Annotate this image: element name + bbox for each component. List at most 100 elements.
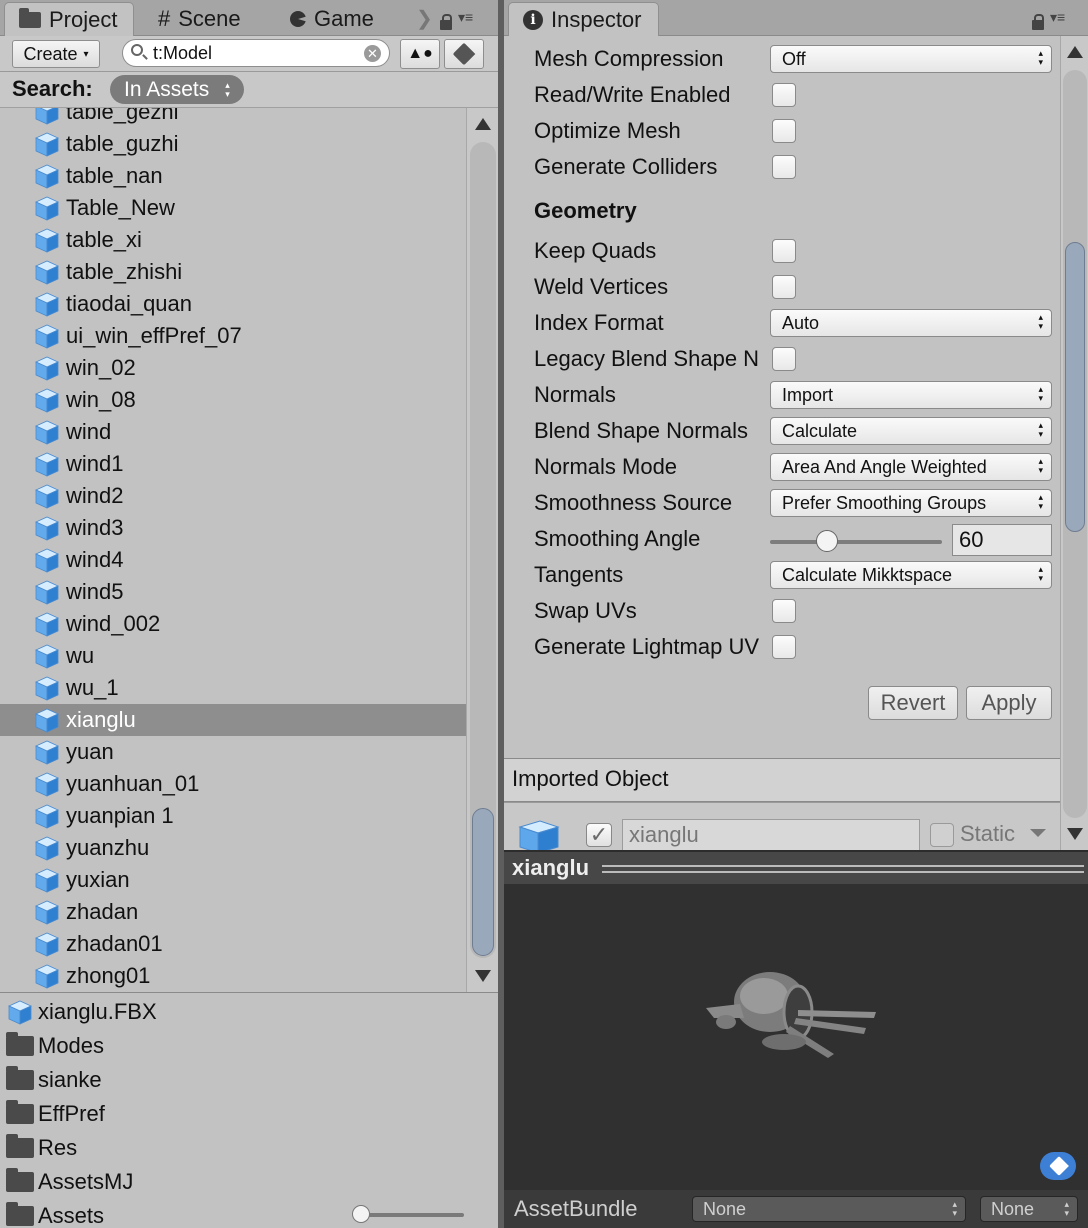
asset-list-item[interactable]: win_02 — [0, 352, 466, 384]
generate-lightmap-checkbox[interactable] — [772, 635, 796, 659]
asset-list-item[interactable]: wind2 — [0, 480, 466, 512]
model-icon — [34, 227, 60, 253]
search-scope-dropdown[interactable]: In Assets ▴ ▾ — [110, 75, 244, 104]
asset-list-item[interactable]: wind_002 — [0, 608, 466, 640]
asset-list-item[interactable]: yuanhuan_01 — [0, 768, 466, 800]
scroll-down-icon[interactable] — [475, 970, 491, 982]
smoothing-angle-slider[interactable] — [770, 540, 942, 544]
tab-scene[interactable]: # Scene — [158, 2, 241, 36]
drag-handle-icon[interactable] — [602, 865, 1084, 873]
scroll-thumb[interactable] — [472, 808, 494, 956]
lock-icon[interactable] — [440, 14, 452, 30]
asset-list-item[interactable]: ui_win_effPref_07 — [0, 320, 466, 352]
normals-dropdown[interactable]: Import — [770, 381, 1052, 409]
asset-list-item[interactable]: wu_1 — [0, 672, 466, 704]
object-name-field[interactable]: xianglu — [622, 819, 920, 851]
inspector-scrollbar[interactable] — [1060, 36, 1088, 850]
asset-list-item[interactable]: yuanpian 1 — [0, 800, 466, 832]
smoothing-angle-field[interactable]: 60 — [952, 524, 1052, 556]
folder-tree-item[interactable]: xianglu.FBX — [6, 995, 157, 1029]
asset-list-item-label: win_08 — [66, 387, 136, 412]
folder-tree-item[interactable]: AssetsMJ — [6, 1165, 133, 1199]
folder-tree-item[interactable]: EffPref — [6, 1097, 105, 1131]
clear-search-icon[interactable]: ✕ — [364, 45, 381, 62]
create-button[interactable]: Create ▾ — [12, 40, 100, 68]
asset-list-item[interactable]: yuan — [0, 736, 466, 768]
model-icon — [34, 163, 60, 189]
asset-list-item[interactable]: wu — [0, 640, 466, 672]
weld-vertices-checkbox[interactable] — [772, 275, 796, 299]
asset-list-item[interactable]: yuanzhu — [0, 832, 466, 864]
asset-list-item[interactable]: table_xi — [0, 224, 466, 256]
asset-list-item[interactable]: wind5 — [0, 576, 466, 608]
folder-tree-item[interactable]: Assets — [6, 1199, 104, 1228]
legacy-blend-shape-checkbox[interactable] — [772, 347, 796, 371]
smoothness-source-dropdown[interactable]: Prefer Smoothing Groups — [770, 489, 1052, 517]
asset-list-item[interactable]: tiaodai_quan — [0, 288, 466, 320]
folder-icon — [6, 1202, 34, 1226]
keep-quads-checkbox[interactable] — [772, 239, 796, 263]
asset-list-item[interactable]: zhadan — [0, 896, 466, 928]
asset-list-item[interactable]: zhadan01 — [0, 928, 466, 960]
folder-tree-item[interactable]: sianke — [6, 1063, 102, 1097]
swap-uvs-checkbox[interactable] — [772, 599, 796, 623]
index-format-dropdown[interactable]: Auto — [770, 309, 1052, 337]
tab-project[interactable]: Project — [4, 2, 135, 36]
generate-colliders-checkbox[interactable] — [772, 155, 796, 179]
inspector-lock-icon[interactable] — [1032, 14, 1044, 30]
optimize-mesh-checkbox[interactable] — [772, 119, 796, 143]
blend-shape-normals-dropdown[interactable]: Calculate — [770, 417, 1052, 445]
imported-object-header[interactable]: Imported Object — [504, 758, 1060, 802]
inspector-scroll-up-icon[interactable] — [1067, 46, 1083, 58]
smoothness-source-label: Smoothness Source — [534, 490, 733, 515]
search-input[interactable]: t:Model ✕ — [122, 39, 390, 67]
filter-by-label-button[interactable] — [444, 39, 484, 69]
asset-list-item[interactable]: table_guzhi — [0, 128, 466, 160]
inspector-scroll-down-icon[interactable] — [1067, 828, 1083, 840]
asset-list-item[interactable]: table_zhishi — [0, 256, 466, 288]
static-dropdown-icon[interactable] — [1030, 829, 1046, 837]
asset-list-item[interactable]: Table_New — [0, 192, 466, 224]
asset-list-item[interactable]: table_gezhi — [0, 108, 466, 128]
asset-list-item[interactable]: wind4 — [0, 544, 466, 576]
tangents-label: Tangents — [534, 562, 624, 587]
model-icon — [34, 483, 60, 509]
object-active-checkbox[interactable]: ✓ — [586, 823, 612, 847]
asset-list-item[interactable]: xianglu — [0, 704, 466, 736]
asset-list-item[interactable]: table_nan — [0, 160, 466, 192]
asset-bundle-variant-dropdown[interactable]: None — [980, 1196, 1078, 1222]
model-icon — [34, 579, 60, 605]
panel-menu-icon[interactable]: ▾≡ — [458, 9, 473, 26]
asset-list-scrollbar[interactable] — [466, 108, 498, 992]
icon-size-slider-knob[interactable] — [352, 1205, 370, 1223]
preview-header[interactable]: xianglu — [504, 850, 1088, 884]
revert-button[interactable]: Revert — [868, 686, 958, 720]
apply-button[interactable]: Apply — [966, 686, 1052, 720]
asset-list-item[interactable]: zhong01 — [0, 960, 466, 992]
smoothing-angle-slider-knob[interactable] — [816, 530, 839, 552]
normals-mode-dropdown[interactable]: Area And Angle Weighted — [770, 453, 1052, 481]
asset-list-item[interactable]: win_08 — [0, 384, 466, 416]
mesh-compression-dropdown[interactable]: Off — [770, 45, 1052, 73]
asset-list-item[interactable]: yuxian — [0, 864, 466, 896]
asset-list-item[interactable]: wind — [0, 416, 466, 448]
scroll-up-icon[interactable] — [475, 118, 491, 130]
asset-list-item[interactable]: wind1 — [0, 448, 466, 480]
read-write-checkbox[interactable] — [772, 83, 796, 107]
asset-bundle-name-dropdown[interactable]: None — [692, 1196, 966, 1222]
static-checkbox[interactable] — [930, 823, 954, 847]
filter-by-type-button[interactable]: ▲● — [400, 39, 440, 69]
asset-labels-icon[interactable] — [1040, 1152, 1076, 1180]
model-preview[interactable] — [504, 884, 1088, 1190]
tab-game[interactable]: Game — [290, 2, 374, 36]
inspector-scroll-thumb[interactable] — [1065, 242, 1085, 532]
inspector-menu-icon[interactable]: ▾≡ — [1050, 9, 1065, 26]
search-scope-value: In Assets — [124, 78, 210, 101]
chevron-right-icon[interactable]: ❯ — [416, 6, 433, 31]
icon-size-slider[interactable] — [352, 1205, 464, 1223]
folder-tree-item[interactable]: Modes — [6, 1029, 104, 1063]
tab-inspector[interactable]: i Inspector — [508, 2, 659, 36]
folder-tree-item[interactable]: Res — [6, 1131, 77, 1165]
tangents-dropdown[interactable]: Calculate Mikktspace — [770, 561, 1052, 589]
asset-list-item[interactable]: wind3 — [0, 512, 466, 544]
